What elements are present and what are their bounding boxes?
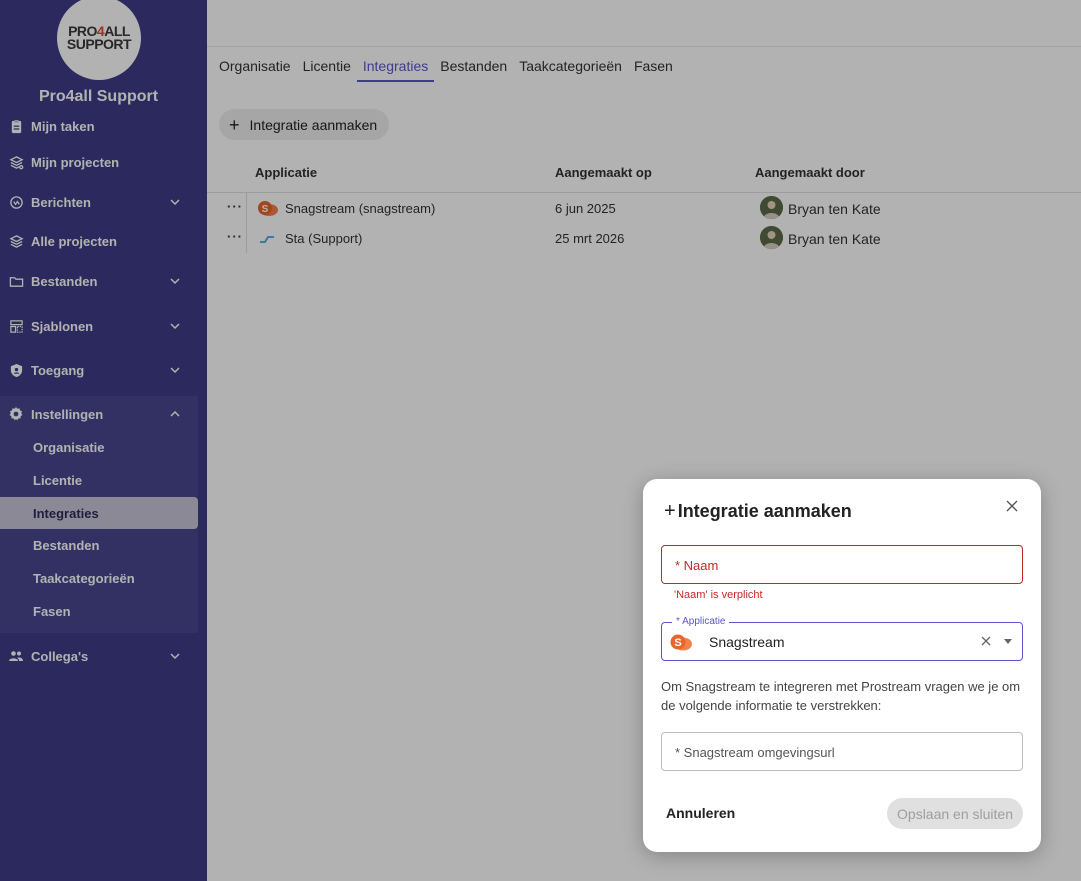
- name-placeholder: * Naam: [675, 558, 719, 573]
- snagstream-icon: S: [670, 634, 692, 651]
- snagstream-url-input[interactable]: * Snagstream omgevingsurl: [661, 732, 1023, 771]
- save-and-close-button[interactable]: Opslaan en sluiten: [887, 798, 1023, 829]
- clear-icon[interactable]: [980, 635, 992, 647]
- dialog-title: + Integratie aanmaken: [664, 500, 852, 523]
- dialog-title-text: Integratie aanmaken: [677, 501, 852, 521]
- name-input[interactable]: * Naam: [661, 545, 1023, 584]
- application-label: * Applicatie: [672, 616, 730, 627]
- cancel-button[interactable]: Annuleren: [666, 805, 735, 821]
- application-select[interactable]: * Applicatie S Snagstream: [661, 616, 1023, 661]
- svg-text:S: S: [674, 637, 681, 649]
- create-integration-dialog: + Integratie aanmaken * Naam 'Naam' is v…: [643, 479, 1041, 852]
- dropdown-caret-icon[interactable]: [1004, 639, 1012, 644]
- integration-info-text: Om Snagstream te integreren met Prostrea…: [661, 679, 1021, 713]
- url-placeholder: * Snagstream omgevingsurl: [675, 745, 835, 760]
- name-error-message: 'Naam' is verplicht: [674, 589, 763, 601]
- close-icon[interactable]: [1005, 499, 1019, 513]
- plus-icon: +: [664, 500, 676, 522]
- application-value: Snagstream: [709, 634, 785, 650]
